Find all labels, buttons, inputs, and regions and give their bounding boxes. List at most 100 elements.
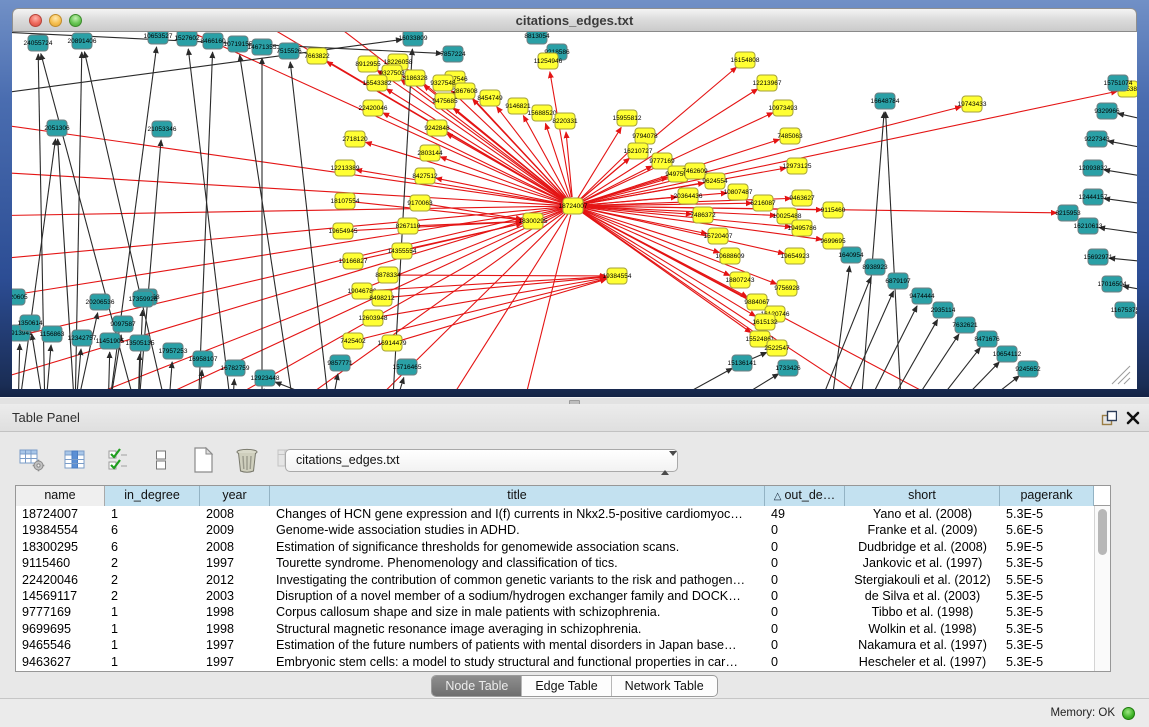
graph-node[interactable]: 16914479	[378, 335, 407, 351]
resize-grip-icon[interactable]	[1112, 366, 1130, 384]
graph-node[interactable]: 16958107	[189, 351, 218, 367]
graph-node[interactable]: 24055724	[24, 35, 53, 51]
graph-node[interactable]: 16782759	[221, 360, 250, 376]
graph-node[interactable]: 12973125	[783, 158, 812, 174]
graph-node[interactable]: 8498212	[369, 290, 395, 306]
graph-edge[interactable]	[550, 72, 572, 197]
graph-node[interactable]: 19384554	[603, 268, 632, 284]
graph-edge[interactable]	[520, 215, 571, 389]
graph-edge[interactable]	[905, 334, 959, 389]
graph-node[interactable]: 2803144	[417, 145, 443, 161]
graph-node[interactable]: 11451905	[96, 333, 125, 349]
column-header-pagerank[interactable]: pagerank	[1000, 486, 1094, 506]
column-header-outde[interactable]: △out_de…	[765, 486, 845, 506]
column-header-year[interactable]: year	[200, 486, 270, 506]
table-row[interactable]: 1938455462009Genome-wide association stu…	[16, 522, 1110, 538]
column-header-indegree[interactable]: in_degree	[105, 486, 200, 506]
graph-edge[interactable]	[45, 345, 51, 389]
graph-node[interactable]: 8215953	[1055, 205, 1081, 221]
graph-node[interactable]: 12213389	[331, 160, 360, 176]
graph-node[interactable]: 8466160	[200, 33, 226, 49]
graph-node[interactable]: 9115460	[821, 202, 846, 218]
graph-edge[interactable]	[18, 344, 20, 389]
graph-node[interactable]: 8267110	[396, 218, 421, 234]
graph-node[interactable]: 7515526	[276, 43, 302, 59]
graph-node[interactable]: 1733426	[775, 360, 801, 376]
graph-node[interactable]: 12444157	[1079, 189, 1108, 205]
graph-node[interactable]: 10653527	[144, 32, 173, 44]
graph-node[interactable]: 20891406	[68, 33, 97, 49]
graph-node[interactable]: 9475685	[432, 93, 458, 109]
table-row[interactable]: 1872400712008Changes of HCN gene express…	[16, 506, 1110, 522]
graph-node[interactable]: 2051306	[44, 120, 70, 136]
graph-edge[interactable]	[578, 127, 622, 198]
graph-node[interactable]: 7425402	[340, 333, 366, 349]
vertical-scrollbar[interactable]	[1094, 506, 1110, 671]
graph-edge[interactable]	[290, 62, 330, 389]
show-column-icon[interactable]	[61, 446, 89, 474]
graph-edge[interactable]	[1118, 113, 1137, 123]
graph-node[interactable]: 7462609	[682, 163, 708, 179]
graph-edge[interactable]	[12, 171, 564, 205]
graph-edge[interactable]	[200, 32, 565, 201]
graph-node[interactable]: 8220331	[552, 113, 578, 129]
graph-node[interactable]: 16154808	[731, 52, 760, 68]
graph-edge[interactable]	[198, 52, 213, 389]
tab-edge-table[interactable]: Edge Table	[521, 676, 610, 696]
graph-edge[interactable]	[1104, 170, 1137, 179]
graph-edge[interactable]	[582, 91, 1117, 204]
graph-node[interactable]: 7632621	[952, 317, 978, 333]
graph-node[interactable]: 7486372	[690, 207, 716, 223]
graph-node[interactable]: 6879197	[885, 273, 911, 289]
graph-node[interactable]: 19743433	[958, 96, 987, 112]
graph-node[interactable]: 20206536	[86, 294, 115, 310]
graph-node[interactable]: 2520605	[12, 289, 28, 305]
graph-node[interactable]: 9624554	[702, 173, 728, 189]
graph-edge[interactable]	[1099, 228, 1137, 236]
graph-node[interactable]: 9170063	[407, 195, 433, 211]
new-table-icon[interactable]	[190, 446, 218, 474]
graph-edge[interactable]	[886, 112, 902, 389]
graph-node[interactable]: 14355554	[388, 243, 417, 259]
graph-edge[interactable]	[640, 368, 732, 389]
graph-edge[interactable]	[40, 209, 565, 389]
memory-ok-indicator-icon[interactable]	[1122, 707, 1135, 720]
graph-edge[interactable]	[232, 379, 234, 389]
graph-node[interactable]: 7485063	[777, 128, 803, 144]
graph-edge[interactable]	[1104, 198, 1137, 206]
graph-node[interactable]: 16648784	[871, 93, 900, 109]
graph-node[interactable]: 19495786	[788, 220, 817, 236]
graph-node[interactable]: 9227343	[1084, 131, 1110, 147]
float-panel-icon[interactable]	[1101, 410, 1117, 426]
graph-node[interactable]: 16210727	[624, 143, 653, 159]
table-row[interactable]: 1830029562008Estimation of significance …	[16, 539, 1110, 555]
tab-node-table[interactable]: Node Table	[432, 676, 521, 696]
graph-edge[interactable]	[947, 362, 999, 389]
tab-network-table[interactable]: Network Table	[611, 676, 717, 696]
graph-node[interactable]: 15955812	[613, 110, 642, 126]
graph-node[interactable]: 9699695	[820, 233, 846, 249]
graph-edge[interactable]	[108, 352, 110, 389]
graph-node[interactable]: 8878334	[375, 267, 401, 283]
graph-edge[interactable]	[354, 202, 522, 220]
graph-node[interactable]: 2718120	[342, 131, 368, 147]
column-header-short[interactable]: short	[845, 486, 1000, 506]
graph-edge[interactable]	[366, 142, 565, 203]
graph-node[interactable]: 1156863	[40, 326, 65, 342]
graph-node[interactable]: 9474444	[909, 288, 935, 304]
graph-node[interactable]: 10973493	[769, 100, 798, 116]
graph-node[interactable]: 15720407	[704, 228, 733, 244]
graph-node[interactable]: 1527602	[174, 32, 200, 46]
graph-node[interactable]: 10807487	[724, 184, 753, 200]
graph-node[interactable]: 2935114	[931, 302, 956, 318]
graph-node[interactable]: 9097587	[110, 316, 136, 332]
graph-node[interactable]: 9242848	[424, 120, 450, 136]
graph-node[interactable]: 7857224	[440, 46, 466, 62]
graph-edge[interactable]	[750, 352, 767, 359]
graph-node[interactable]: 11254946	[534, 53, 563, 69]
graph-node[interactable]: 14671355	[248, 39, 277, 55]
graph-node[interactable]: 8938923	[862, 259, 888, 275]
graph-node[interactable]: 17957253	[159, 343, 188, 359]
graph-edge[interactable]	[1109, 258, 1137, 263]
graph-edge[interactable]	[280, 211, 566, 389]
